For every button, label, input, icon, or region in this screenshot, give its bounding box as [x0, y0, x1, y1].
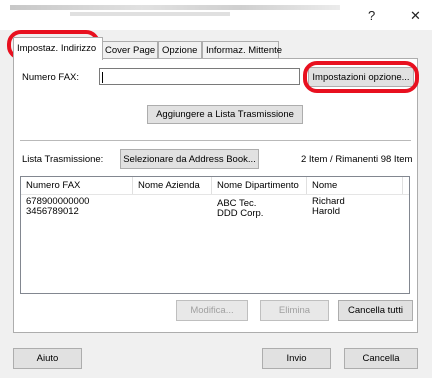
cell-name: Harold	[312, 206, 340, 217]
send-button[interactable]: Invio	[262, 348, 331, 369]
column-header-name[interactable]: Nome	[307, 177, 403, 194]
delete-button[interactable]: Elimina	[260, 300, 329, 321]
option-settings-button[interactable]: Impostazioni opzione...	[308, 67, 414, 87]
clear-all-button[interactable]: Cancella tutti	[338, 300, 413, 321]
help-icon[interactable]: ?	[368, 8, 375, 23]
text-caret	[102, 72, 103, 83]
select-from-address-book-button[interactable]: Selezionare da Address Book...	[120, 149, 259, 169]
fax-number-label: Numero FAX:	[22, 72, 80, 83]
cancel-button[interactable]: Cancella	[344, 348, 418, 369]
tab-cover-page[interactable]: Cover Page	[101, 41, 158, 59]
column-header-fax-number[interactable]: Numero FAX	[21, 177, 133, 194]
fax-settings-dialog: Impostaz. Indirizzo Cover Page Opzione I…	[0, 30, 432, 378]
title-bar: ? ✕	[0, 0, 432, 30]
add-to-transmission-list-button[interactable]: Aggiungere a Lista Trasmissione	[147, 105, 303, 124]
tab-options[interactable]: Opzione	[158, 41, 202, 59]
cell-department-name: DDD Corp.	[217, 208, 264, 219]
transmission-list[interactable]: Numero FAX Nome Azienda Nome Dipartiment…	[20, 176, 410, 294]
tab-sender-info[interactable]: Informaz. Mittente	[202, 41, 282, 59]
modify-button[interactable]: Modifica...	[176, 300, 248, 321]
fax-number-input[interactable]	[99, 68, 300, 85]
column-header-department-name[interactable]: Nome Dipartimento	[212, 177, 307, 194]
cell-fax-number: 3456789012	[26, 206, 79, 217]
blurred-window-title	[10, 5, 340, 10]
tab-address-settings[interactable]: Impostaz. Indirizzo	[13, 37, 103, 60]
divider	[20, 140, 411, 141]
list-header: Numero FAX Nome Azienda Nome Dipartiment…	[21, 177, 409, 195]
item-count-text: 2 Item / Rimanenti 98 Item	[301, 154, 413, 165]
column-header-company-name[interactable]: Nome Azienda	[133, 177, 212, 194]
blurred-window-title-line	[70, 12, 230, 16]
close-icon[interactable]: ✕	[410, 8, 421, 24]
help-button[interactable]: Aiuto	[13, 348, 82, 369]
transmission-list-label: Lista Trasmissione:	[22, 154, 104, 165]
table-row[interactable]: 3456789012 DDD Corp. Harold	[21, 207, 409, 227]
